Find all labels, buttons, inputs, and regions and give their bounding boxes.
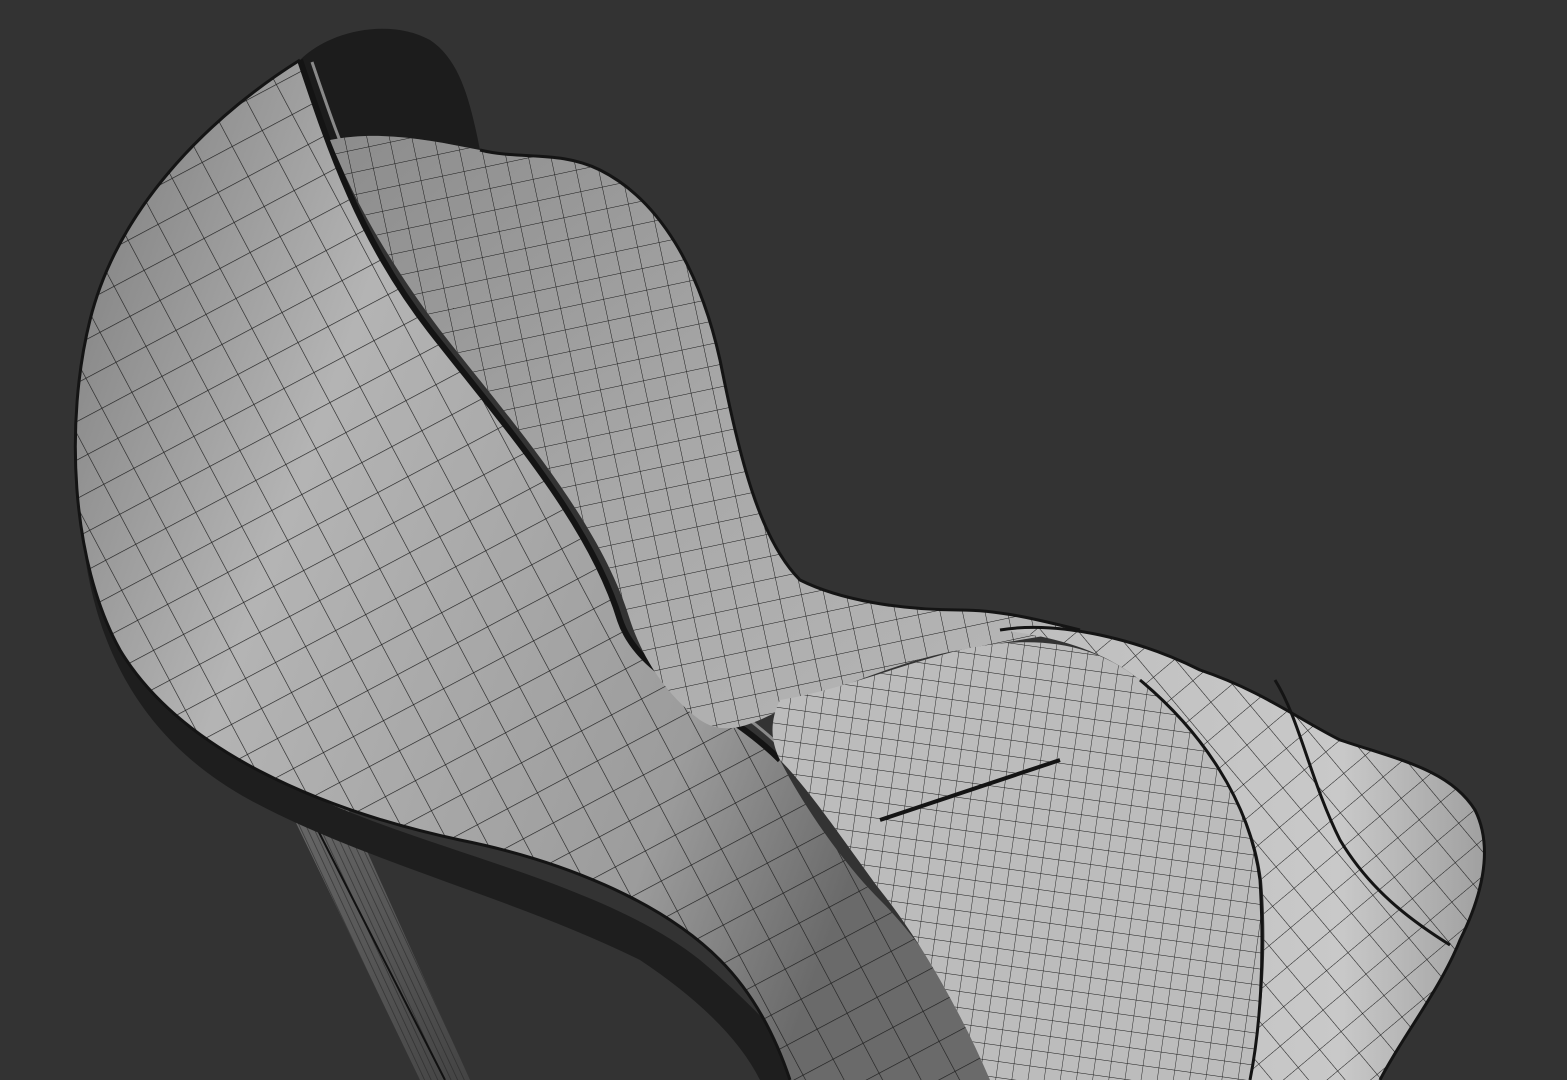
3d-viewport[interactable]: [0, 0, 1567, 1080]
shoe-model: [73, 28, 1486, 1080]
